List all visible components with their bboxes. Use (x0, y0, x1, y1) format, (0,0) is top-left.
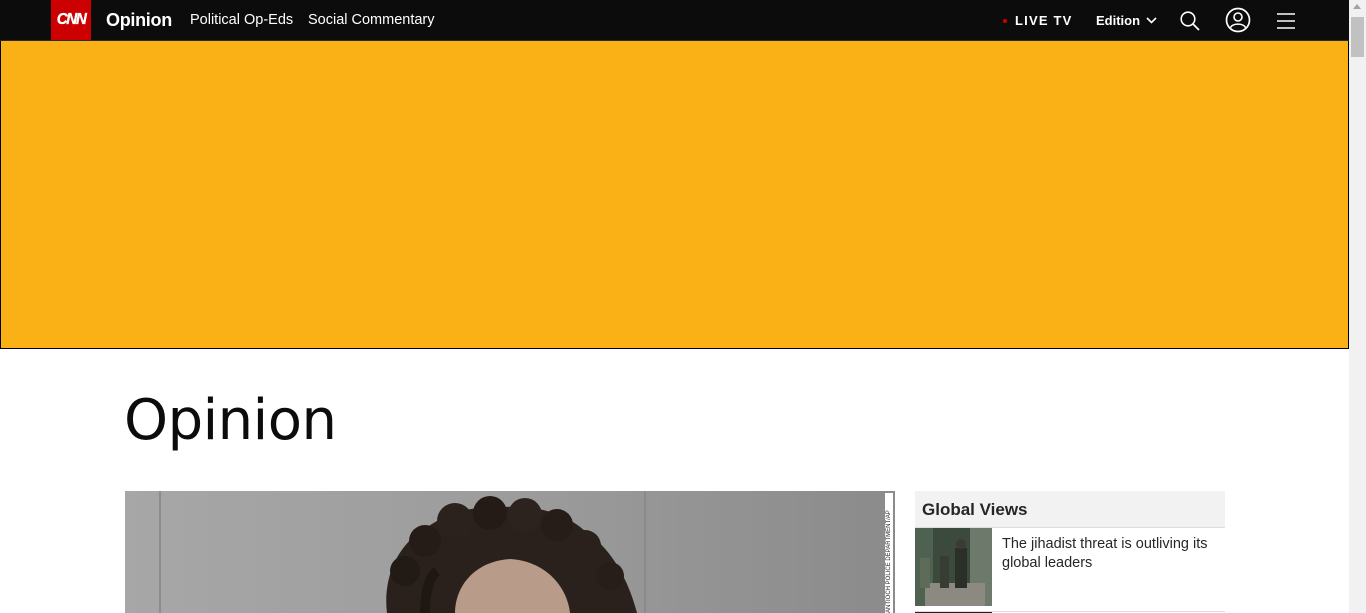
chevron-down-icon (1146, 17, 1157, 24)
search-icon (1180, 11, 1200, 31)
live-tv-link[interactable]: LIVE TV (1003, 13, 1073, 28)
search-button[interactable] (1177, 8, 1203, 34)
cnn-logo[interactable]: CNN (51, 0, 91, 40)
scrollbar-thumb[interactable] (1351, 17, 1364, 57)
page-title: Opinion (124, 388, 337, 453)
scroll-up-arrow-icon[interactable] (1353, 4, 1361, 9)
global-views-title: Global Views (915, 491, 1225, 528)
ad-banner[interactable] (0, 41, 1349, 349)
top-navigation-bar: CNN Opinion Political Op-Eds Social Comm… (0, 0, 1349, 41)
account-icon (1225, 7, 1251, 33)
main-menu-button[interactable] (1273, 8, 1299, 34)
vertical-scrollbar[interactable] (1349, 0, 1366, 613)
hero-photo (125, 491, 895, 613)
photo-credit: ANTIOCH POLICE DEPARTMENT/AP (885, 493, 893, 613)
section-title-link[interactable]: Opinion (106, 10, 172, 31)
account-button[interactable] (1225, 7, 1251, 33)
edition-dropdown[interactable]: Edition (1096, 13, 1157, 28)
live-indicator-dot (1003, 18, 1007, 23)
hamburger-menu-icon (1277, 13, 1295, 29)
nav-link-social-commentary[interactable]: Social Commentary (308, 12, 435, 28)
story-headline[interactable]: The jihadist threat is outliving its glo… (992, 528, 1225, 611)
hero-image[interactable]: ANTIOCH POLICE DEPARTMENT/AP (125, 491, 895, 613)
global-views-module: Global Views The jihadist threat is outl… (915, 491, 1225, 613)
live-tv-label: LIVE TV (1015, 13, 1073, 28)
edition-label: Edition (1096, 13, 1141, 28)
thumbnail-photo (915, 528, 992, 606)
list-item[interactable]: The jihadist threat is outliving its glo… (915, 528, 1225, 612)
nav-link-political-op-eds[interactable]: Political Op-Eds (190, 12, 293, 28)
story-thumbnail[interactable] (915, 528, 992, 606)
